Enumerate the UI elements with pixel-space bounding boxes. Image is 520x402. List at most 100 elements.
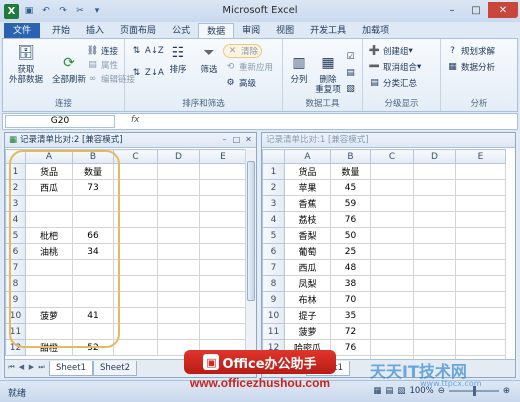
right-cell-empty[interactable] — [370, 291, 414, 308]
right-row-header[interactable]: 4 — [262, 211, 285, 228]
right-row-header[interactable]: 11 — [262, 323, 285, 340]
sort-button[interactable]: ☷ 排序 — [163, 43, 193, 75]
data-analysis-button[interactable]: ▦ 数据分析 — [447, 61, 495, 73]
right-row-header[interactable]: 7 — [262, 259, 285, 276]
sort-descending-button[interactable]: ⇅ Z↓A — [131, 67, 164, 78]
close-button[interactable]: ✕ — [488, 2, 518, 18]
right-cell-b[interactable]: 25 — [330, 243, 371, 260]
left-cell-empty[interactable] — [157, 163, 200, 180]
left-row-header[interactable]: 6 — [5, 243, 26, 260]
view-normal-icon[interactable]: ▦ — [373, 386, 381, 396]
right-cell-empty[interactable] — [370, 307, 414, 324]
right-cell-b[interactable]: 76 — [330, 339, 371, 356]
left-cell-b[interactable] — [72, 291, 114, 308]
left-row-header[interactable]: 10 — [5, 307, 26, 324]
left-cell-b[interactable] — [72, 323, 114, 340]
prev-sheet-icon[interactable]: ◀ — [17, 363, 26, 372]
right-cell-empty[interactable] — [455, 163, 506, 180]
left-corner-header[interactable] — [5, 149, 26, 164]
right-column-header[interactable]: A — [284, 149, 331, 164]
right-cell-empty[interactable] — [455, 195, 506, 212]
left-cell-empty[interactable] — [199, 163, 247, 180]
left-cell-empty[interactable] — [113, 211, 158, 228]
left-column-header[interactable]: C — [113, 149, 158, 164]
tab-7[interactable]: 视图 — [268, 23, 302, 39]
left-cell-empty[interactable] — [157, 227, 200, 244]
right-cell-empty[interactable] — [370, 259, 414, 276]
left-minimize-button[interactable]: – — [219, 134, 230, 145]
right-cell-empty[interactable] — [455, 211, 506, 228]
right-cell-b[interactable]: 48 — [330, 259, 371, 276]
left-row-header[interactable]: 12 — [5, 339, 26, 356]
what-if-button[interactable]: ▧ — [345, 83, 359, 94]
name-box[interactable]: G20 — [5, 115, 115, 128]
left-cell-empty[interactable] — [157, 323, 200, 340]
right-cell-empty[interactable] — [370, 195, 414, 212]
left-sheet-tab-1[interactable]: Sheet1 — [49, 361, 93, 376]
right-cell-b[interactable]: 59 — [330, 195, 371, 212]
consolidate-button[interactable]: ▤ — [345, 67, 359, 78]
right-cell-empty[interactable] — [455, 243, 506, 260]
ungroup-button[interactable]: ➖ 取消组合 ▾ — [369, 61, 421, 73]
get-external-data-button[interactable]: 🗄 获取 外部数据 — [7, 43, 45, 85]
right-cell-a[interactable]: 凤梨 — [284, 275, 331, 292]
tab-6[interactable]: 审阅 — [234, 23, 268, 39]
left-cell-empty[interactable] — [157, 179, 200, 196]
left-cell-a[interactable]: 货品 — [25, 163, 73, 180]
left-cell-b[interactable]: 41 — [72, 307, 114, 324]
left-cell-b[interactable]: 73 — [72, 179, 114, 196]
tab-2[interactable]: 插入 — [78, 23, 112, 39]
left-row-header[interactable]: 9 — [5, 291, 26, 308]
left-row-header[interactable]: 8 — [5, 275, 26, 292]
left-cell-empty[interactable] — [157, 291, 200, 308]
first-sheet-icon[interactable]: ⏮ — [7, 363, 16, 372]
tab-4[interactable]: 公式 — [164, 23, 198, 39]
left-cell-empty[interactable] — [199, 323, 247, 340]
right-cell-a[interactable]: 货品 — [284, 163, 331, 180]
right-column-header[interactable]: B — [330, 149, 371, 164]
right-row-header[interactable]: 10 — [262, 307, 285, 324]
right-cell-empty[interactable] — [413, 179, 456, 196]
left-cell-empty[interactable] — [113, 307, 158, 324]
left-cell-empty[interactable] — [199, 227, 247, 244]
left-cell-a[interactable] — [25, 291, 73, 308]
right-cell-empty[interactable] — [413, 291, 456, 308]
right-cell-empty[interactable] — [413, 243, 456, 260]
left-cell-empty[interactable] — [113, 179, 158, 196]
right-column-header[interactable]: D — [413, 149, 456, 164]
right-cell-empty[interactable] — [413, 323, 456, 340]
left-close-button[interactable]: ✕ — [243, 134, 254, 145]
right-cell-b[interactable]: 50 — [330, 227, 371, 244]
reapply-button[interactable]: ⟲ 重新应用 — [225, 61, 273, 73]
left-cell-empty[interactable] — [113, 243, 158, 260]
right-row-header[interactable]: 6 — [262, 243, 285, 260]
data-validation-button[interactable]: ☑ — [345, 51, 359, 62]
left-cell-empty[interactable] — [157, 211, 200, 228]
left-vertical-scrollbar[interactable] — [245, 149, 256, 357]
left-cell-a[interactable] — [25, 275, 73, 292]
right-corner-header[interactable] — [262, 149, 285, 164]
left-row-header[interactable]: 4 — [5, 211, 26, 228]
left-cell-empty[interactable] — [199, 243, 247, 260]
left-cell-empty[interactable] — [157, 259, 200, 276]
right-cell-empty[interactable] — [413, 227, 456, 244]
right-cell-empty[interactable] — [413, 211, 456, 228]
right-cell-empty[interactable] — [455, 259, 506, 276]
left-cell-empty[interactable] — [113, 259, 158, 276]
left-cell-empty[interactable] — [199, 291, 247, 308]
left-cell-empty[interactable] — [113, 323, 158, 340]
right-cell-empty[interactable] — [455, 339, 506, 356]
tab-3[interactable]: 页面布局 — [112, 23, 164, 39]
solver-button[interactable]: ? 规划求解 — [447, 45, 495, 57]
advanced-button[interactable]: ⚙ 高级 — [225, 77, 256, 89]
right-cell-a[interactable]: 香梨 — [284, 227, 331, 244]
left-cell-empty[interactable] — [113, 339, 158, 356]
tab-0[interactable]: 文件 — [4, 23, 41, 39]
left-column-header[interactable]: A — [25, 149, 73, 164]
text-to-columns-button[interactable]: ▥ 分列 — [285, 53, 313, 85]
right-cell-a[interactable]: 菠萝 — [284, 323, 331, 340]
sort-ascending-button[interactable]: ⇅ A↓Z — [131, 45, 164, 56]
right-column-header[interactable]: E — [455, 149, 506, 164]
left-column-header[interactable]: D — [157, 149, 200, 164]
right-row-header[interactable]: 2 — [262, 179, 285, 196]
